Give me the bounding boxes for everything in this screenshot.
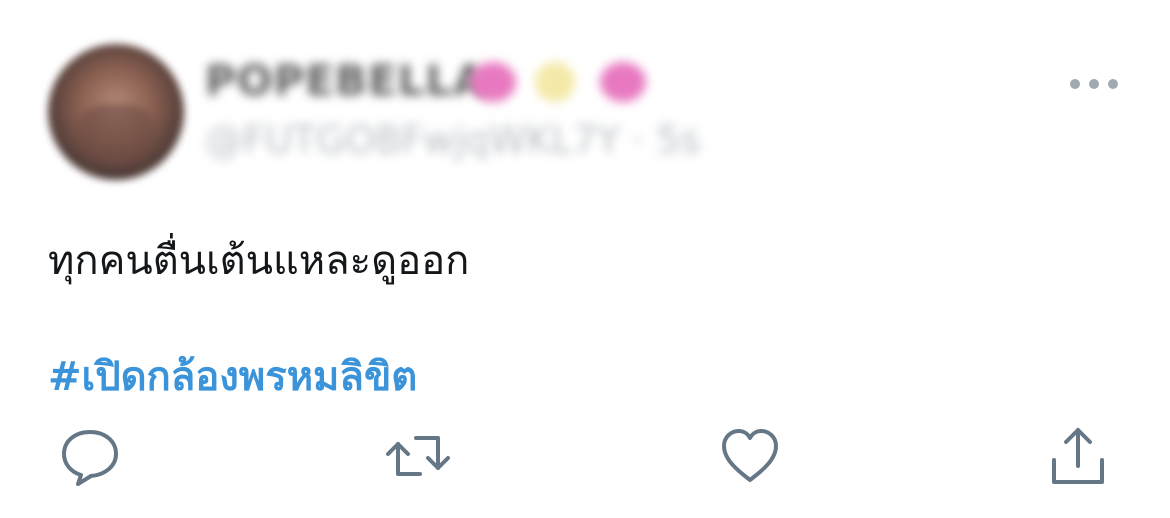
pink-heart-emoji-icon (470, 62, 516, 102)
like-button[interactable] (718, 424, 782, 488)
retweet-button[interactable] (386, 424, 450, 488)
share-button[interactable] (1046, 424, 1110, 488)
avatar[interactable] (48, 44, 184, 180)
heart-icon (722, 429, 778, 482)
user-handle[interactable]: @FUTGOBFwjqWKL7Y · 5s (205, 118, 700, 162)
tweet-card: POPEBELLA @FUTGOBFwjqWKL7Y · 5s ทุกคนตื่… (0, 0, 1170, 518)
share-icon (1052, 428, 1104, 484)
more-horizontal-icon[interactable] (1070, 76, 1118, 92)
display-name[interactable]: POPEBELLA (205, 56, 487, 106)
more-dot (1089, 79, 1099, 89)
hashtag-link[interactable]: #เปิดกล้องพรหมลิขิต (48, 344, 417, 408)
tweet-text: ทุกคนตื่นเต้นแหละดูออก (48, 238, 470, 284)
reply-icon (62, 430, 118, 486)
more-dot (1070, 79, 1080, 89)
avatar-face (78, 104, 154, 164)
pink-heart-emoji-icon (600, 62, 646, 102)
more-dot (1108, 79, 1118, 89)
sparkle-emoji-icon (535, 62, 575, 102)
reply-button[interactable] (58, 424, 122, 488)
retweet-icon (386, 436, 450, 476)
